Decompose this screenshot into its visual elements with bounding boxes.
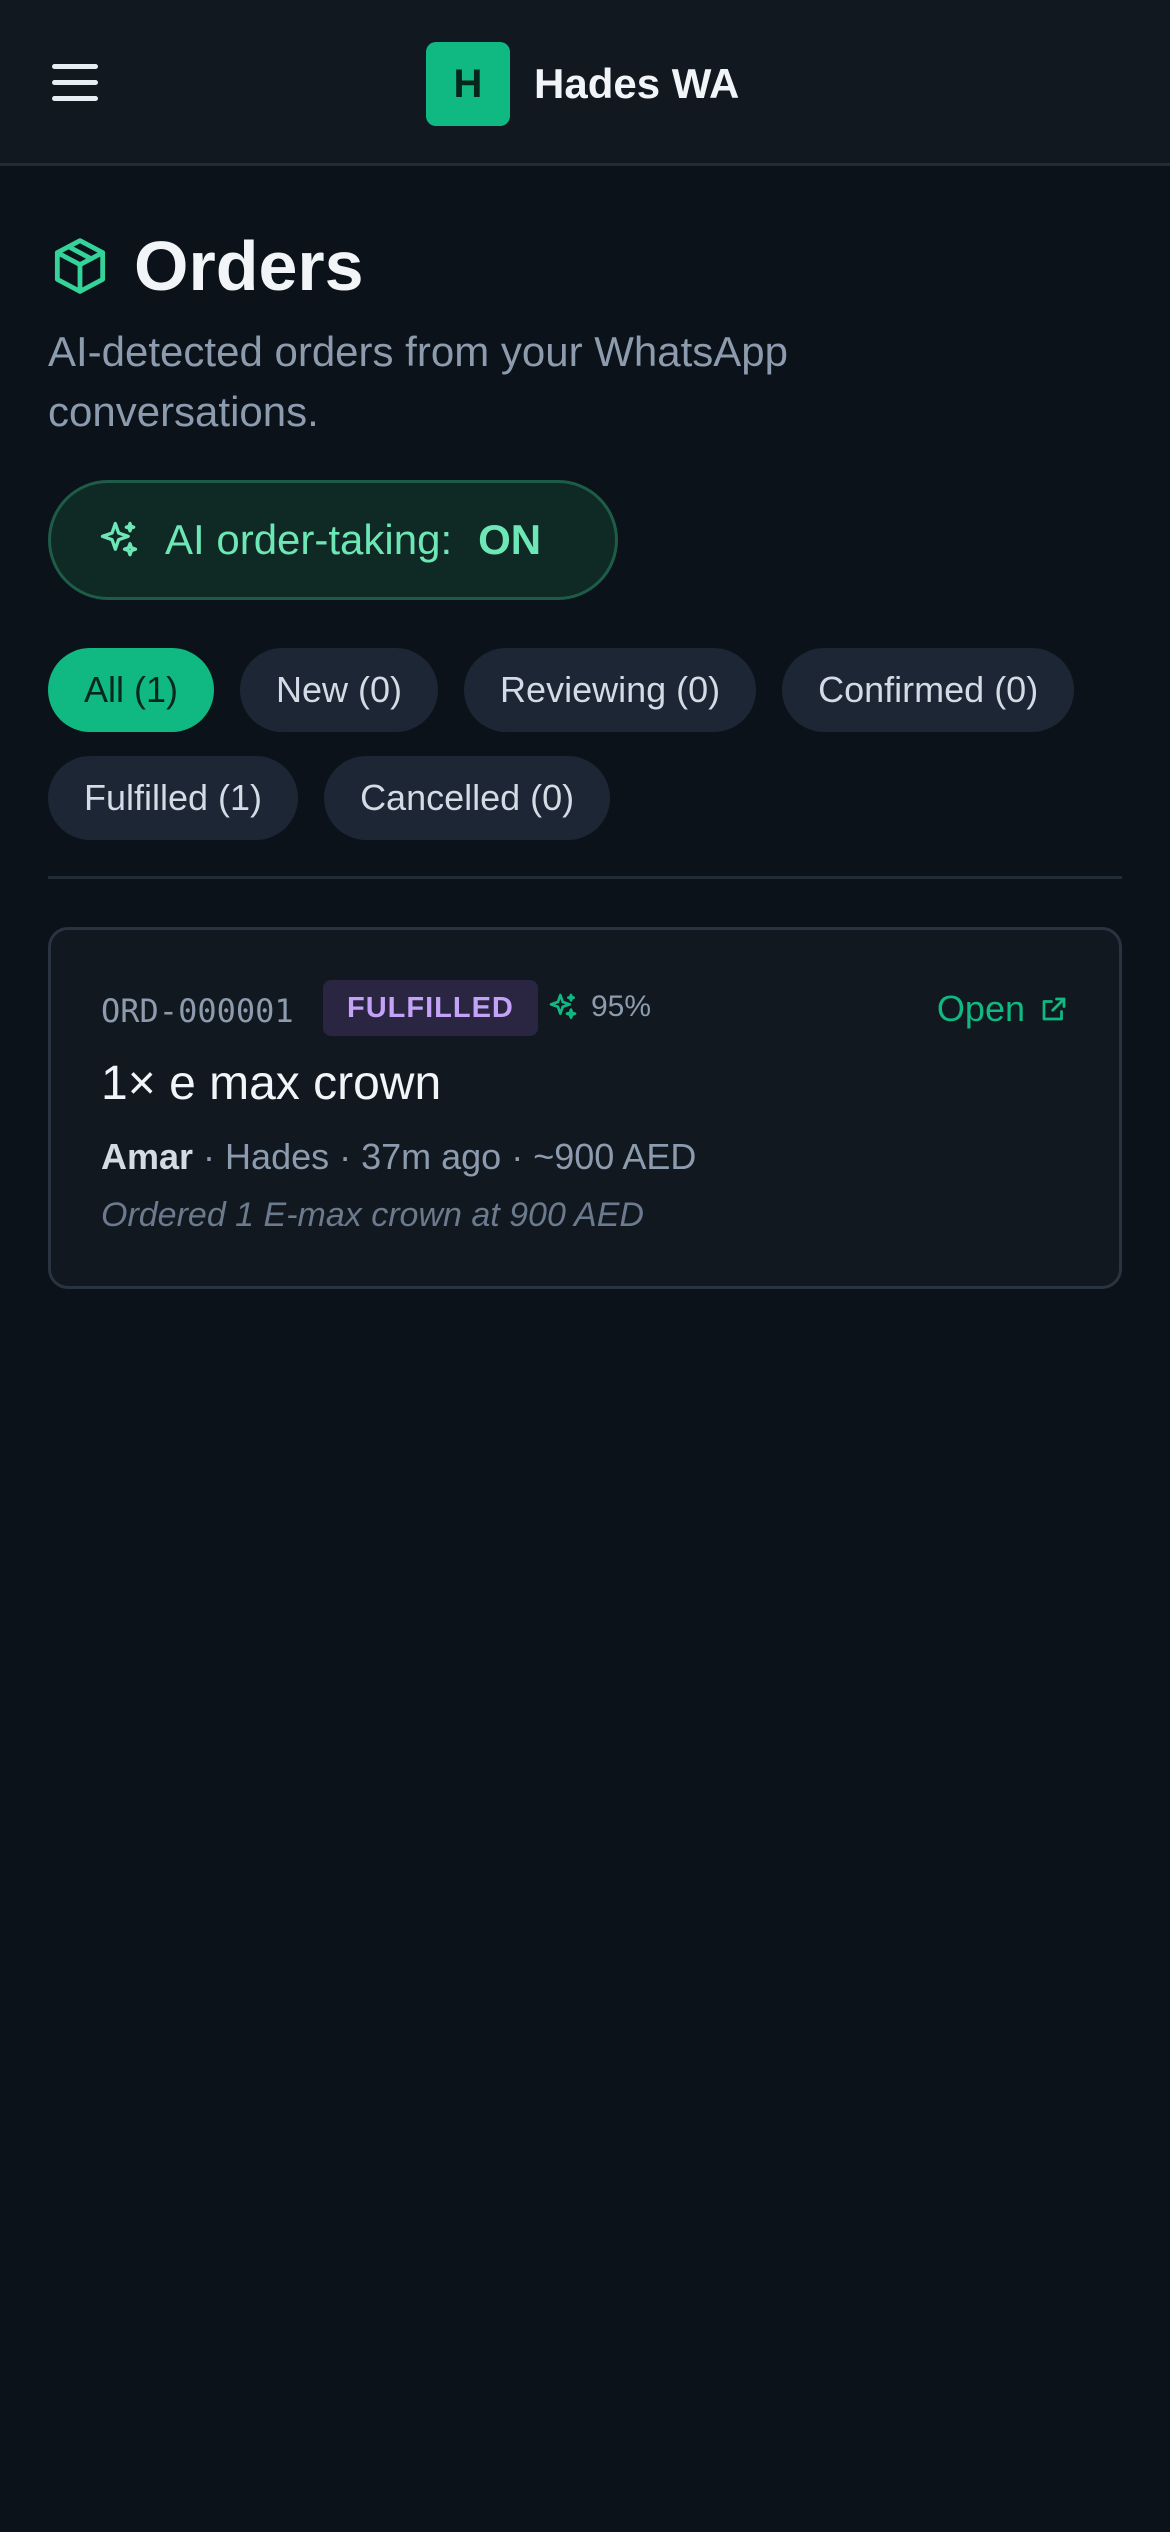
ai-toggle-state: ON [478, 516, 542, 563]
sparkles-icon [549, 993, 577, 1019]
order-meta: Amar · Hades · 37m ago · ~900 AED [101, 1136, 696, 1178]
page-subtitle: AI-detected orders from your WhatsApp co… [48, 328, 788, 435]
filter-confirmed[interactable]: Confirmed (0) [782, 648, 1075, 732]
order-card[interactable]: ORD-000001 FULFILLED 95% Open 1× e max c… [48, 927, 1122, 1289]
order-amount: ~900 AED [533, 1136, 697, 1177]
filter-all[interactable]: All (1) [48, 648, 215, 732]
page-title: Orders [134, 227, 364, 305]
app-name: Hades WA [534, 60, 740, 107]
filter-cancelled[interactable]: Cancelled (0) [324, 756, 611, 840]
divider [48, 876, 1122, 879]
brand[interactable]: H Hades WA [426, 42, 739, 126]
external-link-icon [1042, 997, 1066, 1021]
sparkles-icon [100, 521, 138, 557]
meta-separator: · [501, 1136, 534, 1177]
status-badge: FULFILLED [323, 980, 538, 1036]
package-box-icon [54, 238, 106, 294]
confidence-value: 95% [591, 990, 652, 1023]
brand-logo: H [426, 42, 510, 126]
ai-toggle-label: AI order-taking: [165, 516, 453, 563]
hamburger-menu-icon[interactable] [52, 62, 102, 104]
agent-name: Hades [225, 1136, 330, 1177]
confidence-score: 95% [547, 990, 651, 1024]
filter-fulfilled[interactable]: Fulfilled (1) [48, 756, 299, 840]
meta-separator: · [193, 1136, 226, 1177]
filter-reviewing[interactable]: Reviewing (0) [464, 648, 757, 732]
top-bar: H Hades WA [0, 0, 1170, 166]
status-filters: All (1) New (0) Reviewing (0) Confirmed … [48, 648, 1138, 840]
open-label: Open [936, 988, 1025, 1029]
ai-order-taking-toggle[interactable]: AI order-taking: ON [48, 480, 618, 600]
order-title: 1× e max crown [101, 1057, 442, 1110]
order-note: Ordered 1 E-max crown at 900 AED [101, 1196, 644, 1234]
meta-separator: · [329, 1136, 362, 1177]
order-id: ORD-000001 [101, 992, 294, 1030]
open-order-link[interactable]: Open [937, 988, 1069, 1030]
customer-name: Amar [101, 1136, 194, 1177]
order-time: 37m ago [361, 1136, 502, 1177]
filter-new[interactable]: New (0) [240, 648, 439, 732]
page-header: Orders [48, 226, 364, 306]
